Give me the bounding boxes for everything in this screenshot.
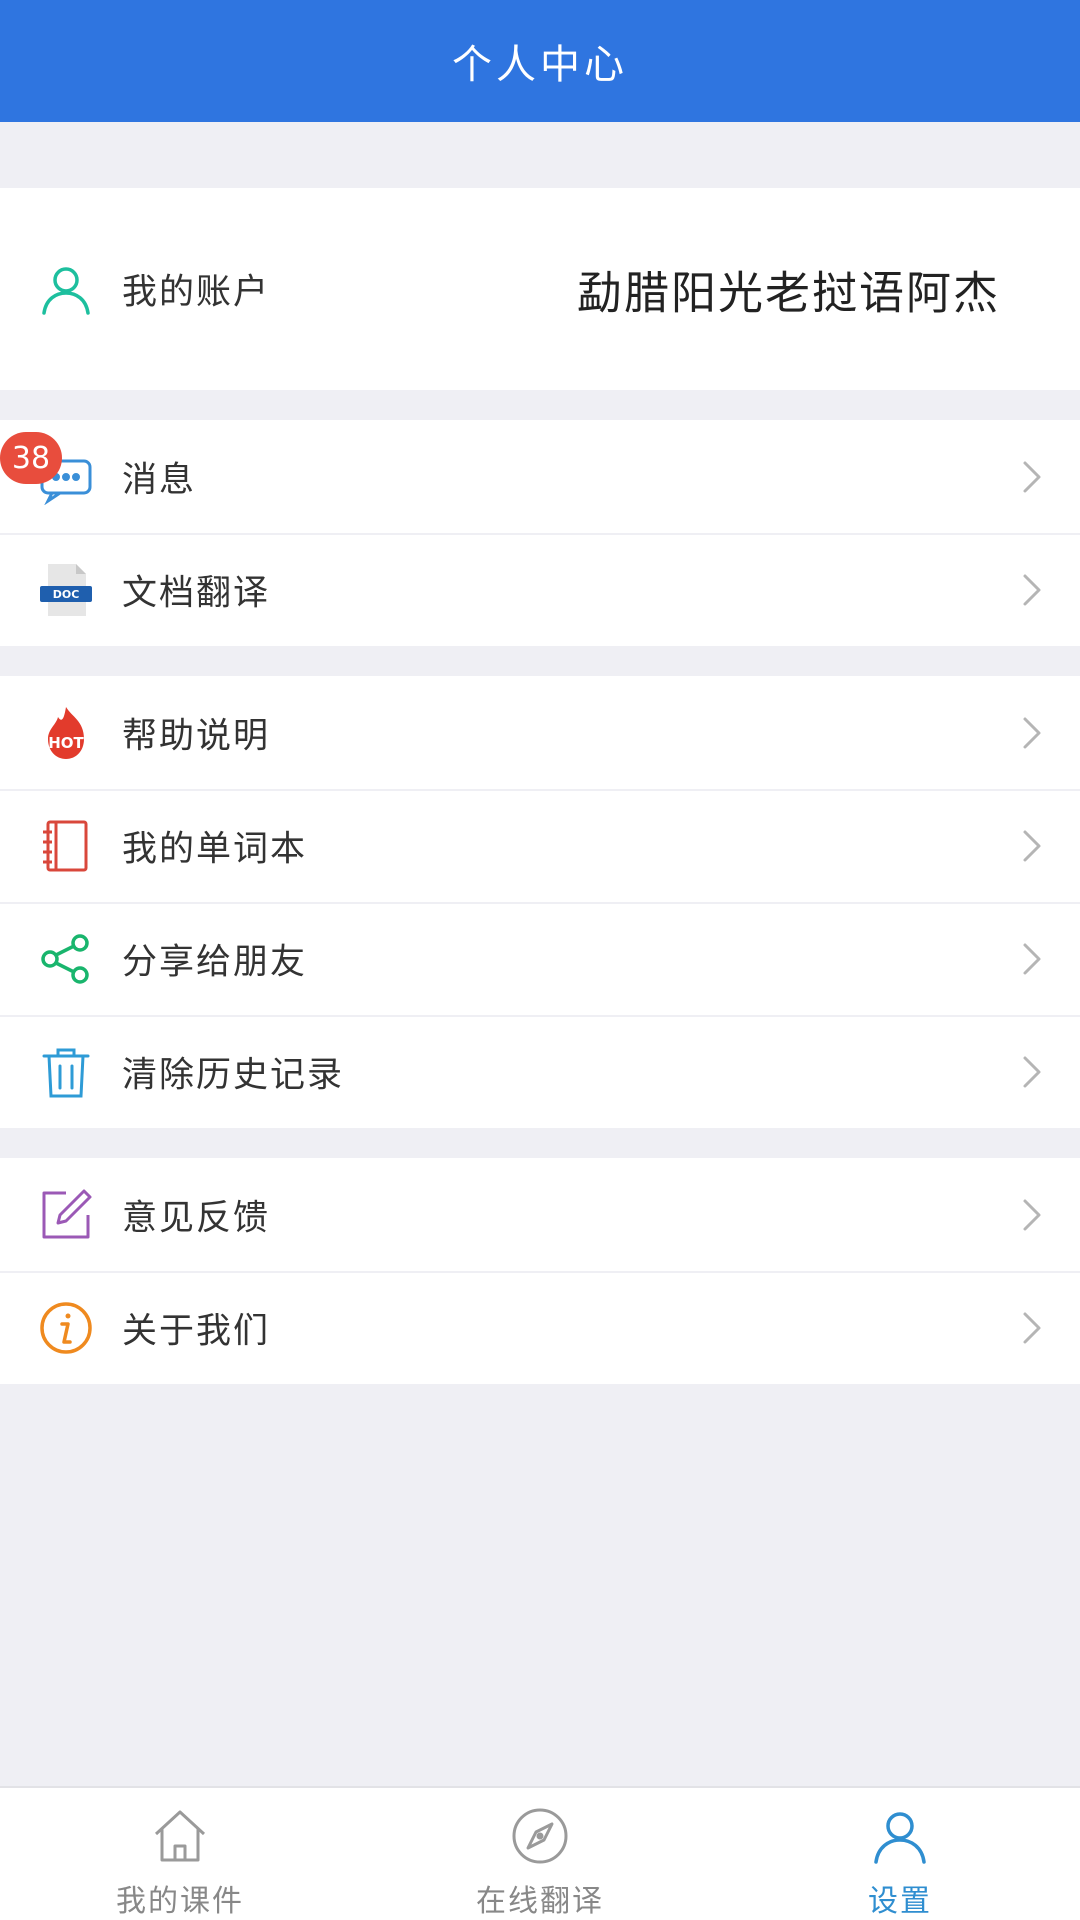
doc-file-icon: DOC: [38, 562, 94, 618]
page-title: 个人中心: [452, 42, 628, 88]
chevron-right-icon: [1020, 1310, 1044, 1346]
chevron-right-icon: [1020, 1197, 1044, 1233]
menu-label-help: 帮助说明: [122, 716, 271, 756]
svg-text:HOT: HOT: [48, 734, 84, 752]
notebook-icon: [38, 818, 94, 874]
menu-item-clear-history[interactable]: 清除历史记录: [0, 1015, 1080, 1128]
account-row[interactable]: 我的账户 勐腊阳光老挝语阿杰: [0, 188, 1080, 390]
svg-text:DOC: DOC: [53, 588, 80, 601]
chevron-right-icon: [1020, 1054, 1044, 1090]
account-name: 勐腊阳光老挝语阿杰: [576, 266, 1000, 320]
menu-section-messages: 38 消息 DOC 文档翻译: [0, 420, 1080, 646]
home-icon: [150, 1806, 210, 1866]
menu-label-share: 分享给朋友: [122, 942, 308, 982]
page: 个人中心 我的账户 勐腊阳光老挝语阿杰 38 消息 DOC 文档翻译 HOT 帮…: [0, 0, 1080, 1920]
share-icon: [38, 931, 94, 987]
chevron-right-icon: [1020, 715, 1044, 751]
menu-label-messages: 消息: [122, 460, 197, 500]
chevron-right-icon: [1020, 941, 1044, 977]
menu-label-feedback: 意见反馈: [122, 1198, 271, 1238]
tab-my-courseware[interactable]: 我的课件: [0, 1788, 360, 1920]
chevron-right-icon: [1020, 828, 1044, 864]
trash-icon: [38, 1044, 94, 1100]
bottom-tab-bar: 我的课件 在线翻译 设置: [0, 1786, 1080, 1920]
tab-online-translate[interactable]: 在线翻译: [360, 1788, 720, 1920]
menu-section-tools: HOT 帮助说明 我的单词本 分享给朋友 清除历史记录: [0, 676, 1080, 1128]
tab-label-my-courseware: 我的课件: [116, 1884, 244, 1919]
menu-label-about: 关于我们: [122, 1311, 271, 1351]
account-section: 我的账户 勐腊阳光老挝语阿杰: [0, 188, 1080, 390]
menu-section-about: 意见反馈 关于我们: [0, 1158, 1080, 1384]
menu-label-clear-history: 清除历史记录: [122, 1055, 345, 1095]
compass-icon: [510, 1806, 570, 1866]
user-icon: [38, 261, 94, 317]
info-icon: [38, 1300, 94, 1356]
chevron-right-icon: [1020, 459, 1044, 495]
edit-icon: [38, 1187, 94, 1243]
menu-item-messages[interactable]: 38 消息: [0, 420, 1080, 533]
tab-settings[interactable]: 设置: [720, 1788, 1080, 1920]
header-bar: 个人中心: [0, 0, 1080, 122]
menu-item-feedback[interactable]: 意见反馈: [0, 1158, 1080, 1271]
menu-item-help[interactable]: HOT 帮助说明: [0, 676, 1080, 789]
menu-item-about[interactable]: 关于我们: [0, 1271, 1080, 1384]
unread-badge: 38: [0, 432, 62, 484]
user-icon: [870, 1806, 930, 1866]
menu-label-wordbook: 我的单词本: [122, 829, 308, 869]
account-label: 我的账户: [122, 272, 271, 313]
chevron-right-icon: [1020, 572, 1044, 608]
tab-label-settings: 设置: [868, 1884, 932, 1919]
menu-item-doc-translate[interactable]: DOC 文档翻译: [0, 533, 1080, 646]
hot-flame-icon: HOT: [38, 705, 94, 761]
menu-item-share[interactable]: 分享给朋友: [0, 902, 1080, 1015]
menu-item-wordbook[interactable]: 我的单词本: [0, 789, 1080, 902]
menu-label-doc-translate: 文档翻译: [122, 573, 271, 613]
tab-label-online-translate: 在线翻译: [476, 1884, 604, 1919]
